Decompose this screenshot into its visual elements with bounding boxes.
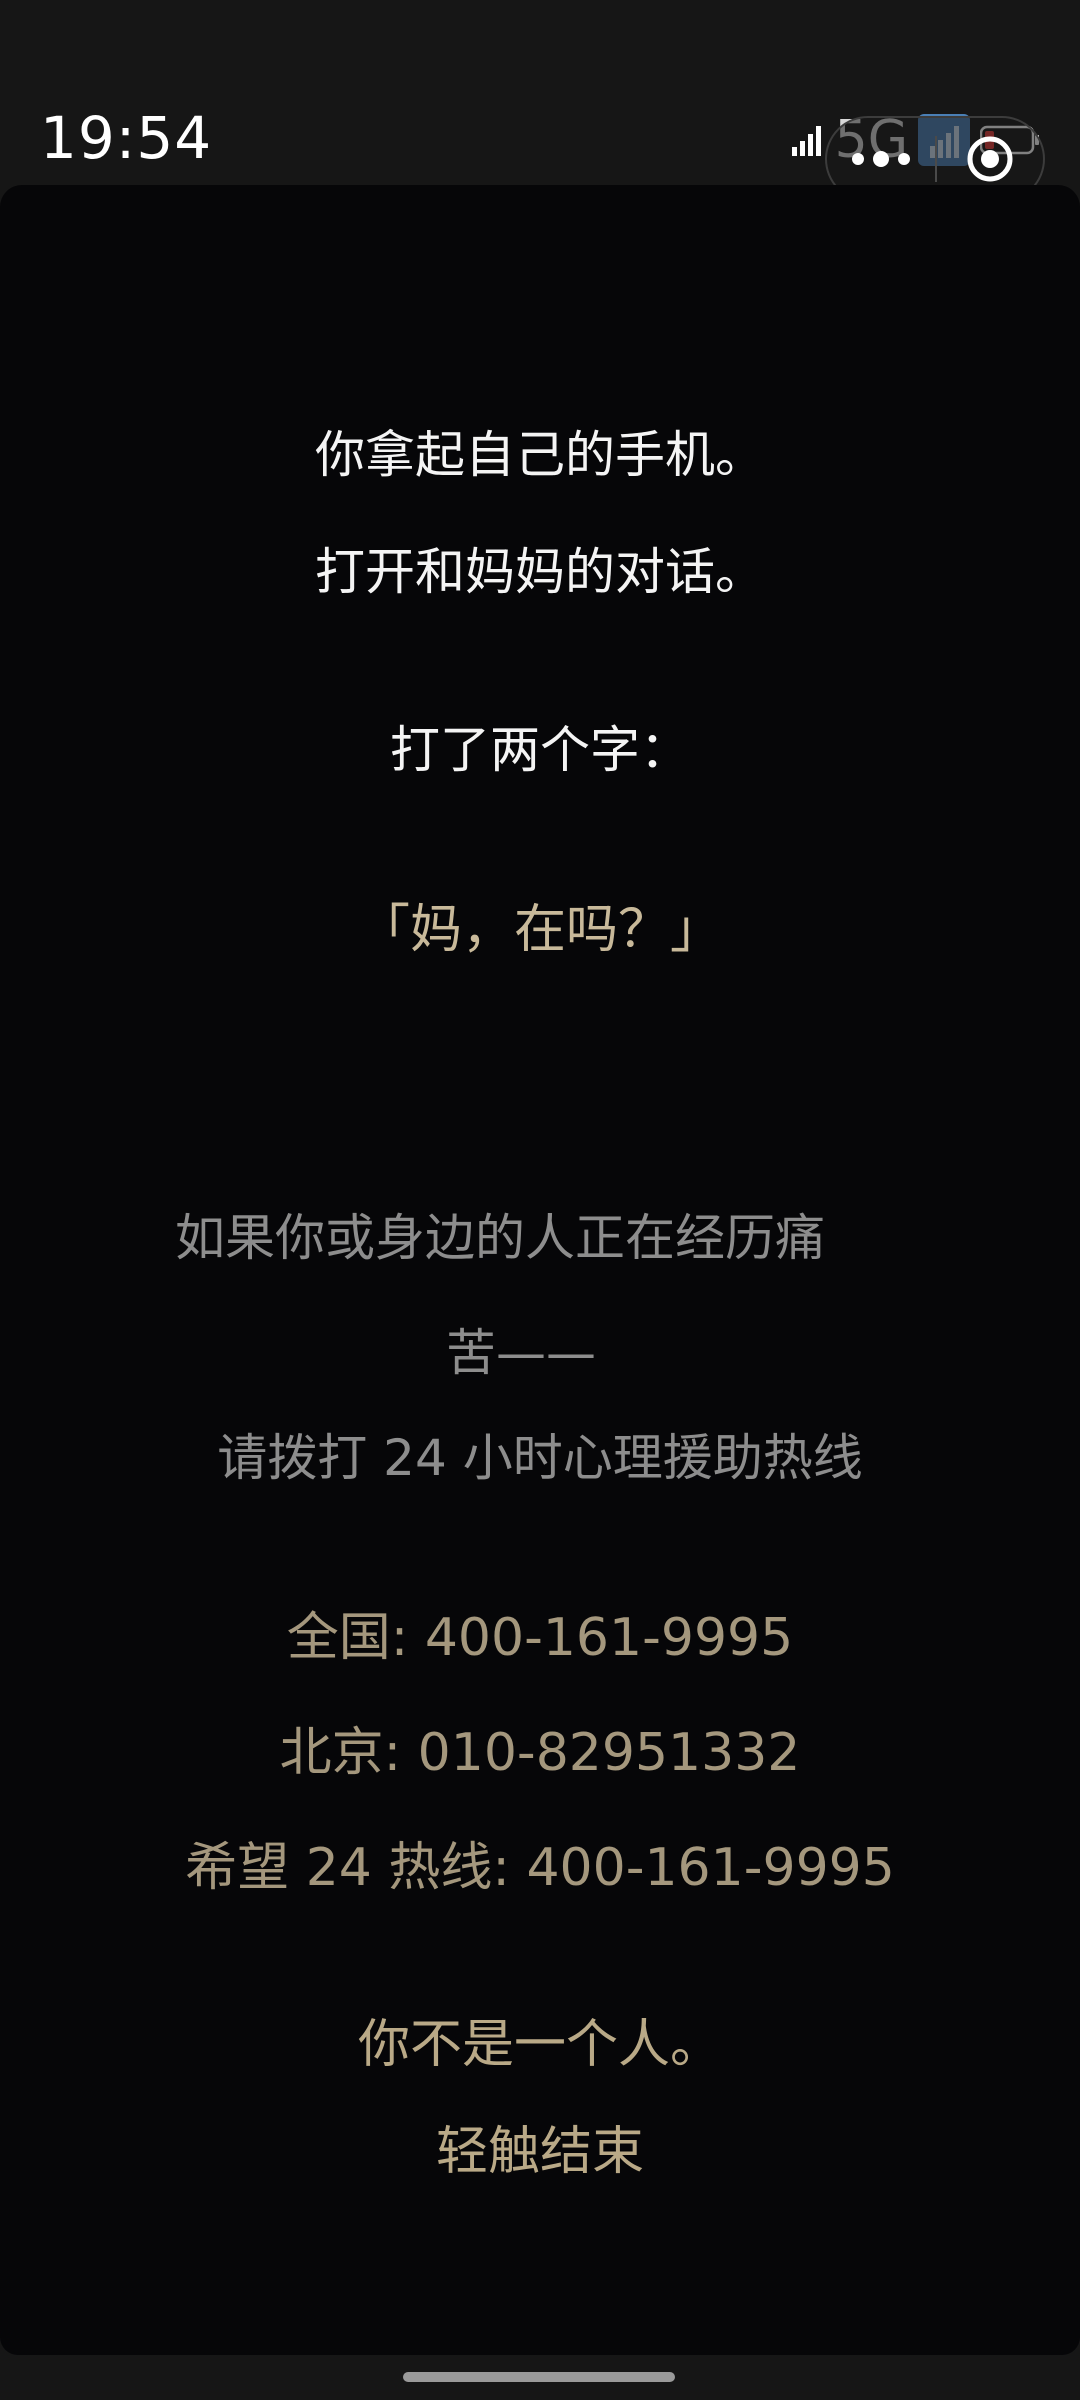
story-line-3: 打了两个字： (390, 721, 690, 779)
story-panel[interactable]: 你拿起自己的手机。 打开和妈妈的对话。 打了两个字： 「妈，在吗？」 如果你或身… (0, 185, 1080, 2355)
help-line-2: 苦—— (446, 1324, 596, 1382)
hotline-national: 全国: 400-161-9995 (286, 1608, 794, 1668)
status-time: 19:54 (40, 104, 213, 172)
home-indicator[interactable] (403, 2372, 675, 2382)
closing-message: 你不是一个人。 (357, 2015, 722, 2075)
story-quote: 「妈，在吗？」 (357, 900, 722, 960)
help-line-1: 如果你或身边的人正在经历痛 (175, 1209, 825, 1267)
help-line-3: 请拨打 24 小时心理援助热线 (217, 1429, 863, 1487)
more-dots-icon (852, 151, 910, 167)
story-line-1: 你拿起自己的手机。 (315, 426, 765, 484)
hotline-hope24: 希望 24 热线: 400-161-9995 (185, 1838, 895, 1898)
signal-icon (791, 126, 821, 156)
story-line-2: 打开和妈妈的对话。 (315, 543, 765, 601)
tap-to-end-button[interactable]: 轻触结束 (0, 2117, 1080, 2187)
close-target-icon (967, 136, 1013, 182)
hotline-beijing: 北京: 010-82951332 (279, 1723, 801, 1783)
